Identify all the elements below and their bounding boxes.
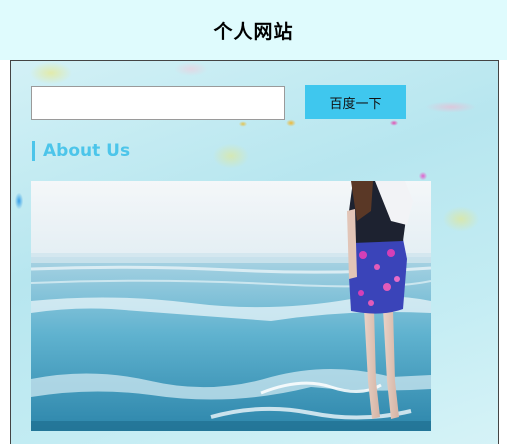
site-title: 个人网站 xyxy=(213,20,294,43)
about-us-heading-text: About Us xyxy=(43,141,131,161)
search-button[interactable]: 百度一下 xyxy=(305,85,406,119)
beach-photo-image xyxy=(31,181,431,431)
search-input[interactable] xyxy=(31,86,285,120)
main-content: 百度一下 About Us xyxy=(10,60,499,444)
site-header: 个人网站 xyxy=(0,0,507,60)
about-us-heading: About Us xyxy=(32,139,130,163)
beach-photo xyxy=(31,181,431,431)
heading-accent-bar xyxy=(32,141,35,161)
